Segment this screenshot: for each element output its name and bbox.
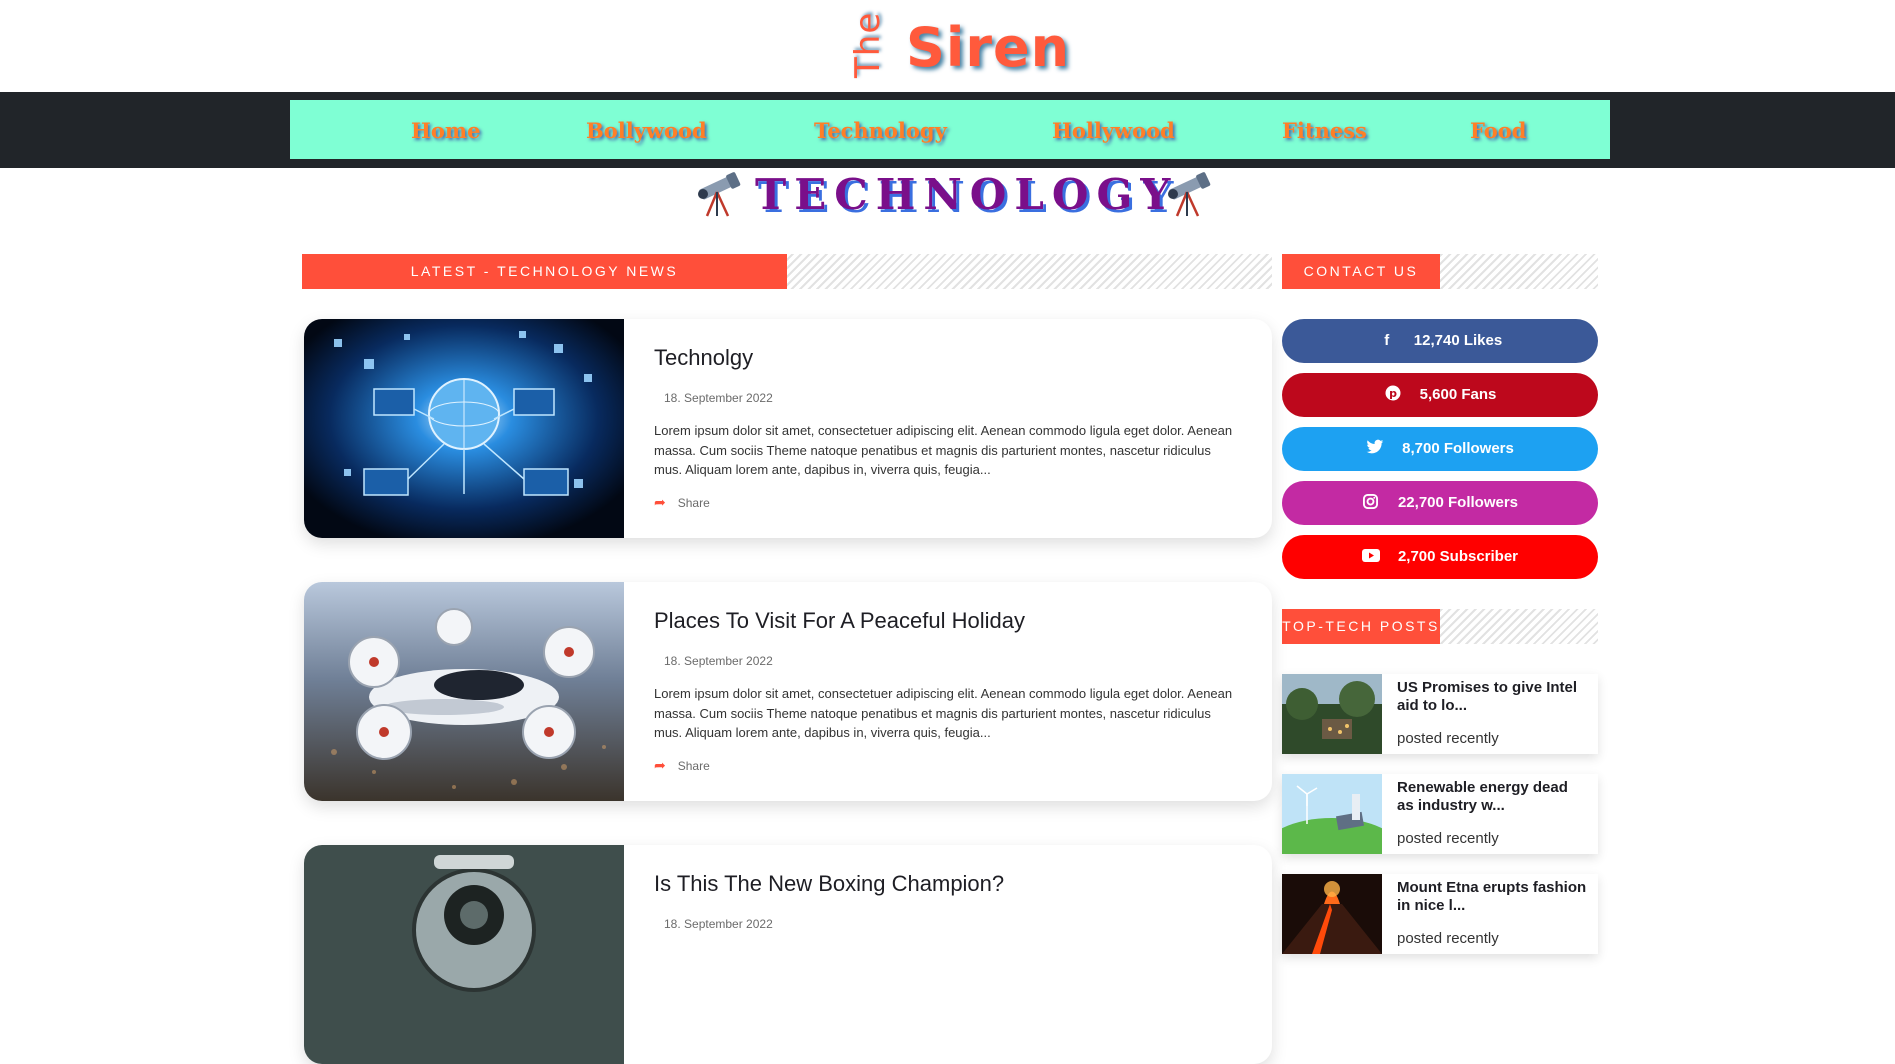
share-label: Share [677,759,710,773]
forest-town-thumb [1282,674,1382,754]
wind-turbine-thumb [1282,774,1382,854]
network-globe-image [304,319,624,538]
site-logo[interactable]: The Siren [848,6,1071,84]
article-date: 18. September 2022 [664,654,773,668]
nav-fitness[interactable]: Fitness [1282,118,1367,143]
article-date: 18. September 2022 [664,917,773,931]
logo-siren-text: Siren [906,16,1071,79]
main-nav: Home Bollywood Technology Hollywood Fitn… [290,100,1610,159]
nav-home[interactable]: Home [411,118,480,143]
facebook-button[interactable]: f 12,740 Likes [1282,319,1598,363]
contact-label: CONTACT US [1282,254,1440,289]
share-label: Share [677,496,710,510]
youtube-icon [1361,535,1380,579]
top-posts-label: TOP-TECH POSTS [1282,609,1440,644]
pinterest-label: 5,600 Fans [1419,386,1497,403]
robot-image [304,845,624,1064]
share-icon: ➦ [654,494,666,510]
article-card[interactable]: Is This The New Boxing Champion? 18. Sep… [304,845,1272,1064]
article-title[interactable]: Is This The New Boxing Champion? [654,871,1004,897]
facebook-icon: f [1384,332,1390,349]
top-post-meta: posted recently [1397,730,1499,747]
nav-hollywood[interactable]: Hollywood [1052,118,1175,143]
top-post-title[interactable]: Renewable energy dead as industry w... [1397,779,1587,815]
contact-header: CONTACT US [1282,254,1598,289]
article-date: 18. September 2022 [664,391,773,405]
top-post-item[interactable]: US Promises to give Intel aid to lo... p… [1282,674,1598,754]
top-post-meta: posted recently [1397,830,1499,847]
twitter-label: 8,700 Followers [1402,440,1514,457]
section-title: TECHNOLOGY [695,170,1215,220]
article-title[interactable]: Technolgy [654,345,753,371]
article-card[interactable]: Places To Visit For A Peaceful Holiday 1… [304,582,1272,801]
nav-bollywood[interactable]: Bollywood [586,118,707,143]
share-button[interactable]: ➦ Share [654,757,710,774]
instagram-button[interactable]: 22,700 Followers [1282,481,1598,525]
instagram-icon [1362,481,1380,525]
logo-the-text: The [848,11,888,78]
page-title: TECHNOLOGY [755,170,1179,219]
latest-news-header: LATEST - TECHNOLOGY NEWS [302,254,1272,289]
article-excerpt: Lorem ipsum dolor sit amet, consectetuer… [654,686,1233,740]
instagram-label: 22,700 Followers [1397,494,1519,511]
top-post-title[interactable]: Mount Etna erupts fashion in nice l... [1397,879,1587,915]
article-title[interactable]: Places To Visit For A Peaceful Holiday [654,608,1025,634]
top-post-item[interactable]: Renewable energy dead as industry w... p… [1282,774,1598,854]
top-posts-header: TOP-TECH POSTS [1282,609,1598,644]
top-post-item[interactable]: Mount Etna erupts fashion in nice l... p… [1282,874,1598,954]
twitter-button[interactable]: 8,700 Followers [1282,427,1598,471]
nav-band: Home Bollywood Technology Hollywood Fitn… [0,92,1895,168]
share-icon: ➦ [654,757,666,773]
twitter-icon [1366,427,1384,471]
pinterest-button[interactable]: p 5,600 Fans [1282,373,1598,417]
latest-news-label: LATEST - TECHNOLOGY NEWS [302,254,787,289]
telescope-icon [698,172,741,217]
nav-technology[interactable]: Technology [814,118,947,143]
top-post-title[interactable]: US Promises to give Intel aid to lo... [1397,679,1587,715]
facebook-label: 12,740 Likes [1413,332,1503,349]
article-excerpt: Lorem ipsum dolor sit amet, consectetuer… [654,423,1233,477]
svg-text:p: p [1389,387,1397,400]
nav-food[interactable]: Food [1470,118,1526,143]
telescope-icon [1168,172,1211,217]
youtube-label: 2,700 Subscriber [1397,548,1519,565]
share-button[interactable]: ➦ Share [654,494,710,511]
youtube-button[interactable]: 2,700 Subscriber [1282,535,1598,579]
volcano-thumb [1282,874,1382,954]
article-card[interactable]: Technolgy 18. September 2022 Lorem ipsum… [304,319,1272,538]
flying-car-image [304,582,624,801]
pinterest-icon: p [1384,373,1402,417]
top-post-meta: posted recently [1397,930,1499,947]
